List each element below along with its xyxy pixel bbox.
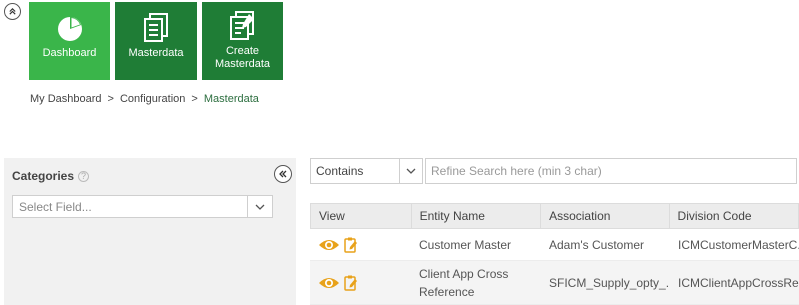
double-chevron-left-icon bbox=[279, 170, 287, 178]
pie-chart-icon bbox=[57, 17, 82, 41]
view-cell bbox=[310, 261, 411, 304]
tile-create-masterdata[interactable]: Create Masterdata bbox=[202, 2, 283, 80]
tile-label: Create Masterdata bbox=[214, 45, 271, 70]
association-cell: Adam's Customer bbox=[549, 237, 644, 252]
column-header-association[interactable]: Association bbox=[541, 204, 670, 228]
entity-name-cell: Customer Master bbox=[419, 237, 512, 252]
dropdown-toggle[interactable] bbox=[399, 159, 422, 183]
column-header-division-code[interactable]: Division Code bbox=[670, 204, 798, 228]
categories-title: Categories bbox=[12, 169, 75, 183]
breadcrumb-masterdata: Masterdata bbox=[203, 93, 259, 105]
breadcrumb-my-dashboard[interactable]: My Dashboard bbox=[30, 93, 102, 105]
association-cell: SFICM_Supply_opty_... bbox=[549, 275, 670, 290]
table-row[interactable]: Customer Master Adam's Customer ICMCusto… bbox=[310, 229, 799, 261]
edit-document-icon[interactable] bbox=[344, 237, 358, 253]
column-header-view[interactable]: View bbox=[311, 204, 412, 228]
tile-label: Dashboard bbox=[42, 47, 97, 59]
help-icon[interactable]: ? bbox=[78, 170, 90, 182]
dropdown-toggle[interactable] bbox=[247, 196, 272, 217]
categories-title-wrap: Categories ? bbox=[12, 169, 90, 183]
search-input[interactable] bbox=[425, 158, 797, 184]
breadcrumb-separator: > bbox=[107, 93, 114, 105]
edit-document-icon[interactable] bbox=[344, 275, 358, 291]
eye-icon[interactable] bbox=[318, 238, 340, 252]
collapse-panel-button[interactable] bbox=[274, 165, 292, 183]
breadcrumb-separator: > bbox=[191, 93, 198, 105]
tile-masterdata[interactable]: Masterdata bbox=[115, 2, 197, 80]
double-chevron-up-icon bbox=[9, 7, 16, 15]
select-field-placeholder: Select Field... bbox=[19, 199, 92, 214]
tile-label: Masterdata bbox=[128, 47, 184, 59]
division-code-cell: ICMClientAppCrossRe... bbox=[678, 275, 799, 290]
view-cell bbox=[310, 229, 411, 260]
collapse-header-button[interactable] bbox=[4, 3, 21, 20]
column-header-entity-name[interactable]: Entity Name bbox=[412, 204, 542, 228]
table-row[interactable]: Client App Cross Reference SFICM_Supply_… bbox=[310, 261, 799, 305]
category-field-select[interactable]: Select Field... bbox=[12, 195, 273, 218]
table-header: View Entity Name Association Division Co… bbox=[310, 203, 799, 229]
division-code-cell: ICMCustomerMasterC... bbox=[678, 237, 799, 252]
chevron-down-icon bbox=[255, 204, 265, 210]
breadcrumb-configuration[interactable]: Configuration bbox=[120, 93, 185, 105]
tile-dashboard[interactable]: Dashboard bbox=[29, 2, 110, 80]
entity-name-cell: Client App Cross Reference bbox=[419, 266, 509, 299]
masterdata-table: View Entity Name Association Division Co… bbox=[310, 203, 799, 305]
chevron-down-icon bbox=[406, 168, 416, 174]
breadcrumb: My Dashboard > Configuration > Masterdat… bbox=[30, 93, 259, 105]
documents-edit-icon bbox=[229, 11, 254, 40]
categories-panel: Categories ? Select Field... bbox=[4, 158, 296, 305]
documents-icon bbox=[144, 13, 168, 42]
search-operator-value: Contains bbox=[316, 164, 364, 178]
search-operator-select[interactable]: Contains bbox=[310, 158, 423, 184]
eye-icon[interactable] bbox=[318, 276, 340, 290]
